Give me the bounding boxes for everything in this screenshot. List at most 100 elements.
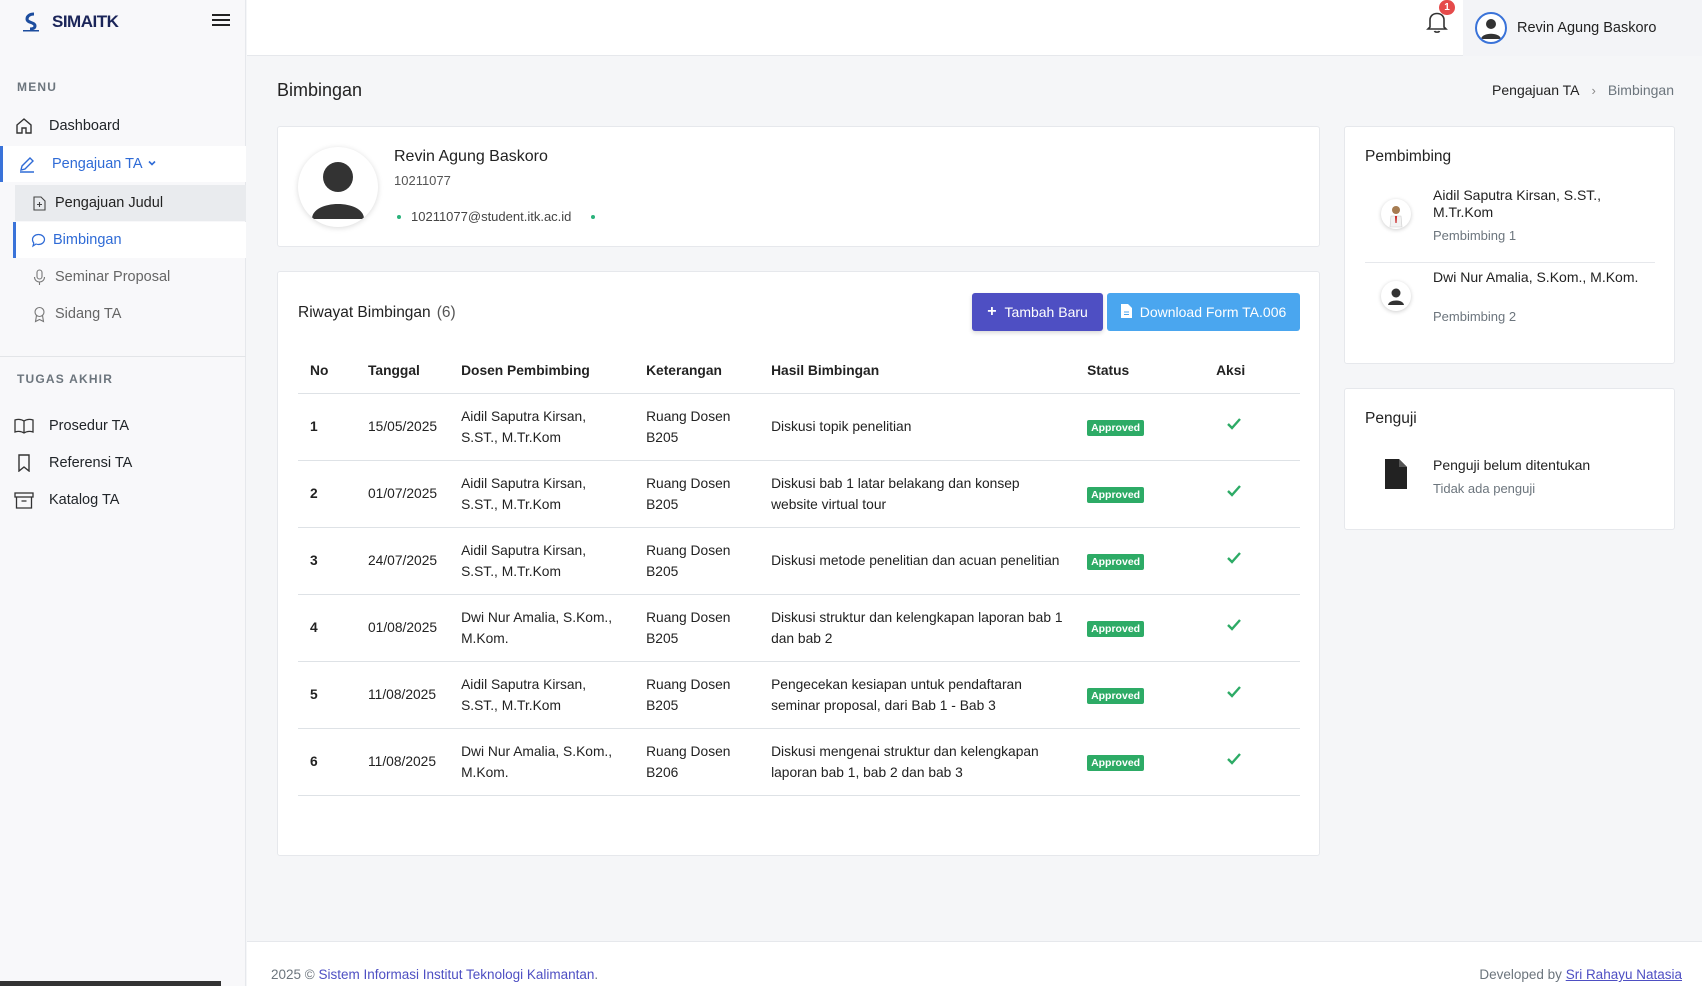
itk-logo-icon [20,11,42,33]
row-aksi [1204,393,1300,461]
table-header-row: No Tanggal Dosen Pembimbing Keterangan H… [298,349,1300,394]
row-tanggal: 11/08/2025 [356,661,450,729]
brand-logo[interactable]: SIMAITK [20,11,119,33]
check-icon[interactable] [1226,418,1242,435]
row-aksi [1204,728,1300,796]
row-tanggal: 11/08/2025 [356,728,450,796]
history-card: Riwayat Bimbingan (6) + Tambah Baru Downl… [277,271,1320,856]
sidebar-item-sidang-ta[interactable]: Sidang TA [15,296,246,332]
row-keterangan: Ruang Dosen B205 [634,594,760,662]
row-tanggal: 24/07/2025 [356,527,450,595]
institution-link[interactable]: Sistem Informasi Institut Teknologi Kali… [319,967,595,982]
row-no: 3 [298,527,356,595]
profile-name: Revin Agung Baskoro [394,148,548,165]
history-count: (6) [436,304,456,321]
row-status: Approved [1075,527,1205,595]
column-header: Keterangan [634,349,760,394]
developer-link[interactable]: Sri Rahayu Natasia [1566,967,1682,982]
row-status: Approved [1075,594,1205,662]
bookmark-icon [14,453,34,473]
row-keterangan: Ruang Dosen B206 [634,728,760,796]
row-status: Approved [1075,393,1205,461]
sidebar-item-prosedur-ta[interactable]: Prosedur TA [0,408,246,444]
row-tanggal: 15/05/2025 [356,393,450,461]
row-no: 6 [298,728,356,796]
sidebar-item-seminar-proposal[interactable]: Seminar Proposal [15,259,246,295]
table-row: 6 11/08/2025 Dwi Nur Amalia, S.Kom., M.Kom… [298,728,1300,796]
tugas-akhir-section-title: TUGAS AKHIR [17,372,114,386]
row-dosen: Aidil Saputra Kirsan, S.ST., M.Tr.Kom [449,661,635,729]
plus-icon: + [987,303,997,320]
add-button-label: Tambah Baru [1004,304,1088,320]
user-menu[interactable]: Revin Agung Baskoro [1463,0,1702,56]
brand-name: SIMAITK [52,12,119,31]
chevron-right-icon: › [1591,82,1596,98]
row-dosen: Aidil Saputra Kirsan, S.ST., M.Tr.Kom [449,393,635,461]
table-row: 2 01/07/2025 Aidil Saputra Kirsan, S.ST., … [298,460,1300,528]
row-aksi [1204,661,1300,729]
user-name: Revin Agung Baskoro [1517,20,1657,36]
row-hasil: Pengecekan kesiapan untuk pendaftaran se… [759,661,1076,729]
row-status: Approved [1075,661,1205,729]
row-aksi [1204,594,1300,662]
microphone-icon [31,268,47,286]
row-dosen: Aidil Saputra Kirsan, S.ST., M.Tr.Kom [449,527,635,595]
profile-email: 10211077@student.itk.ac.id [411,209,572,224]
column-header: Hasil Bimbingan [759,349,1076,394]
profile-nim: 10211077 [394,173,451,188]
sidebar-item-katalog-ta[interactable]: Katalog TA [0,482,246,518]
pencil-icon [17,154,37,174]
download-form-button[interactable]: Download Form TA.006 [1107,293,1300,331]
mentor-role: Pembimbing 2 [1433,309,1517,324]
row-aksi [1204,527,1300,595]
profile-card: Revin Agung Baskoro 10211077 10211077@st… [277,126,1320,247]
table-row: 5 11/08/2025 Aidil Saputra Kirsan, S.ST., … [298,661,1300,729]
check-icon[interactable] [1226,485,1242,502]
brand[interactable]: SIMAITK [0,0,245,44]
breadcrumb-item-pengajuan-ta[interactable]: Pengajuan TA [1492,82,1579,98]
row-keterangan: Ruang Dosen B205 [634,393,760,461]
user-avatar-icon [1475,12,1507,44]
column-header: Aksi [1204,349,1300,394]
sidebar-scrollbar[interactable] [0,981,221,986]
row-no: 4 [298,594,356,662]
history-table: No Tanggal Dosen Pembimbing Keterangan H… [298,349,1300,796]
row-hasil: Diskusi metode penelitian dan acuan pene… [759,527,1076,595]
sidebar-item-label: Dashboard [49,118,120,134]
row-dosen: Dwi Nur Amalia, S.Kom., M.Kom. [449,594,635,662]
sidebar-item-bimbingan[interactable]: Bimbingan [13,222,246,258]
sidebar-item-dashboard[interactable]: Dashboard [0,108,246,144]
hamburger-menu-icon[interactable] [212,11,230,29]
sidebar-item-referensi-ta[interactable]: Referensi TA [0,445,246,481]
check-icon[interactable] [1226,552,1242,569]
row-status: Approved [1075,460,1205,528]
mentor-avatar-icon [1381,281,1411,311]
chat-icon [30,231,46,249]
sidebar-item-label: Katalog TA [49,492,120,508]
mentor-role: Pembimbing 1 [1433,228,1517,243]
award-icon [31,305,47,323]
footer: 2025 © Sistem Informasi Institut Teknolo… [247,941,1702,986]
row-hasil: Diskusi bab 1 latar belakang dan konsep … [759,460,1076,528]
breadcrumb: Pengajuan TA › Bimbingan [1492,82,1674,98]
check-icon[interactable] [1226,753,1242,770]
add-bimbingan-button[interactable]: + Tambah Baru [972,293,1103,331]
status-badge: Approved [1087,554,1145,570]
penguji-title: Penguji [1365,410,1417,427]
sidebar-item-label: Bimbingan [53,232,122,248]
menu-section-title: MENU [17,80,58,94]
sidebar-item-pengajuan-ta[interactable]: Pengajuan TA [0,146,246,182]
status-badge: Approved [1087,487,1145,503]
column-header: Dosen Pembimbing [449,349,635,394]
status-badge: Approved [1087,420,1145,436]
breadcrumb-item-current: Bimbingan [1607,82,1674,98]
check-icon[interactable] [1226,619,1242,636]
page-title: Bimbingan [277,80,363,100]
mentor-avatar [1381,199,1411,229]
sidebar-item-label: Sidang TA [55,306,122,322]
sidebar-item-pengajuan-judul[interactable]: Pengajuan Judul [15,185,246,221]
file-plus-icon [31,194,47,212]
check-icon[interactable] [1226,686,1242,703]
list-item: Aidil Saputra Kirsan, S.ST., M.Tr.Kom Pe… [1365,187,1655,252]
footer-copyright: 2025 © Sistem Informasi Institut Teknolo… [271,967,599,982]
